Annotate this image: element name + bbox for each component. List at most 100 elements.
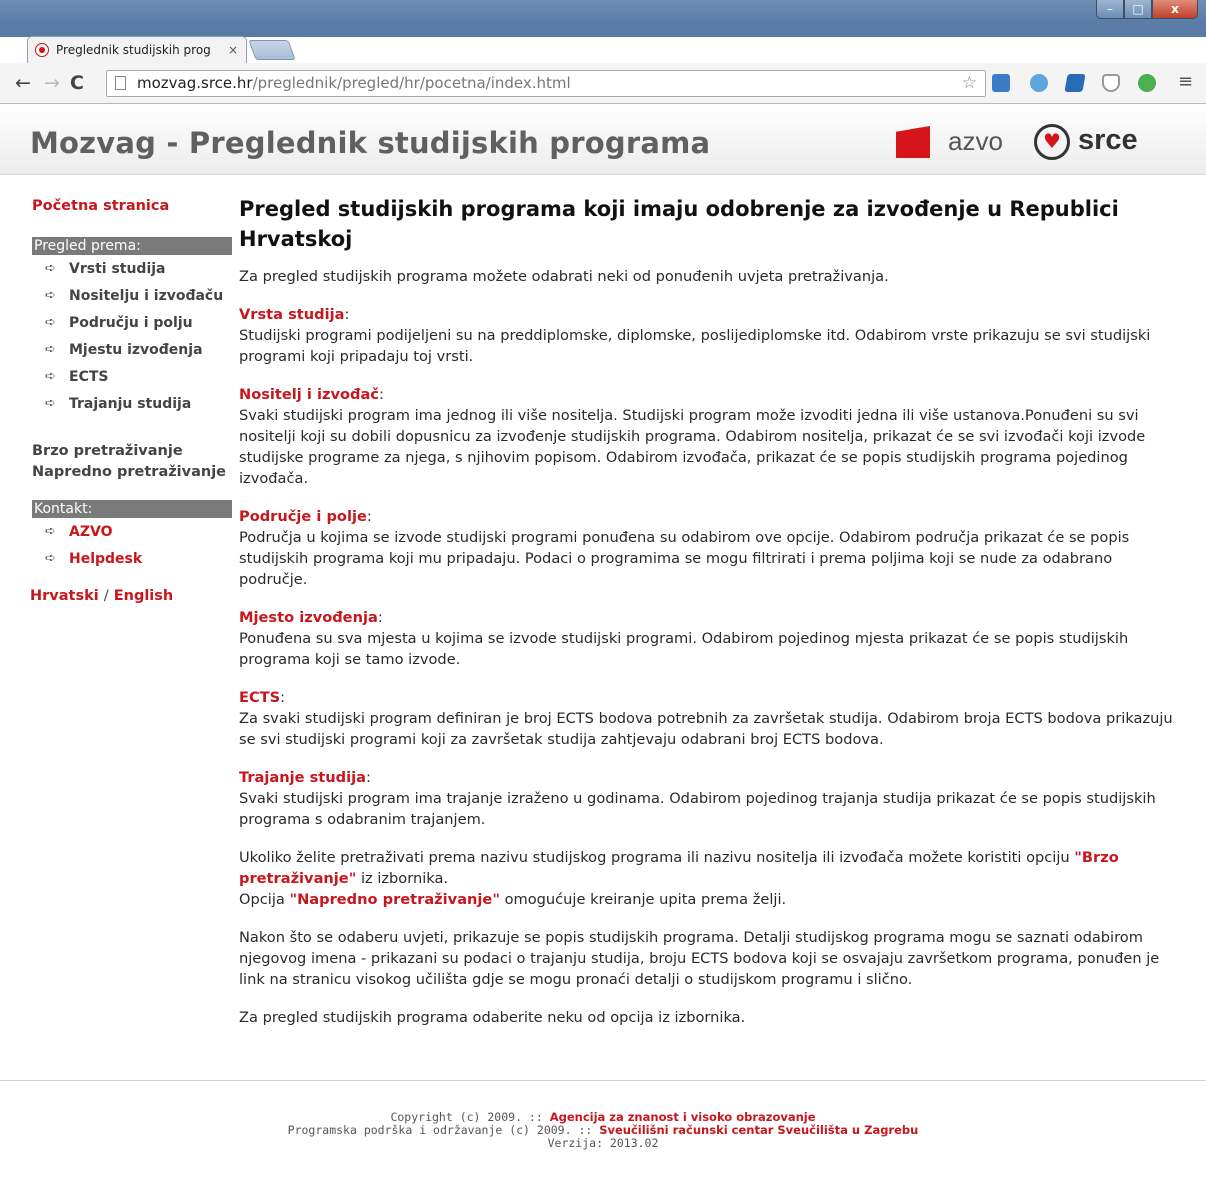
web-page: Mozvag - Preglednik studijskih programa … [0, 104, 1206, 1198]
section-nositelj: Nositelj i izvođač: Svaki studijski progr… [239, 384, 1179, 489]
sidebar-item-mjestu[interactable]: ➪ Mjestu izvođenja [32, 336, 232, 363]
favicon-icon [35, 43, 49, 57]
footer-version: Verzija: 2013.02 [547, 1136, 659, 1150]
footer-text: Programska podrška i održavanje (c) 2009… [287, 1123, 600, 1137]
sidebar-item-trajanju[interactable]: ➪ Trajanju studija [32, 390, 232, 417]
address-bar[interactable]: mozvag.srce.hr/preglednik/pregled/hr/poc… [106, 70, 986, 97]
sidebar: Početna stranica Pregled prema: ➪ Vrsti s… [30, 194, 232, 604]
search-note-text: omogućuje kreiranje upita prema želji. [499, 891, 787, 908]
page-heading: Pregled studijskih programa koji imaju o… [239, 197, 1119, 251]
colon: : [377, 609, 383, 626]
srce-heart-icon [1034, 124, 1070, 160]
section-text: Za svaki studijski program definiran je … [239, 710, 1173, 748]
section-text: Studijski programi podijeljeni su na pre… [239, 327, 1151, 365]
section-title: Nositelj i izvođač [239, 386, 379, 403]
new-tab-button[interactable] [248, 40, 296, 60]
footer-divider [0, 1080, 1206, 1081]
contact-header: Kontakt: [32, 500, 232, 518]
site-header: Mozvag - Preglednik studijskih programa … [0, 104, 1206, 175]
cube-icon[interactable] [1064, 74, 1086, 92]
sidebar-item-vrsti[interactable]: ➪ Vrsti studija [32, 255, 232, 282]
sidebar-item-label: Mjestu izvođenja [69, 341, 203, 358]
contact-item-label: Helpdesk [69, 550, 143, 567]
arrow-right-icon: ➪ [45, 396, 56, 411]
sidebar-item-label: Trajanju studija [69, 395, 192, 412]
browser-tab[interactable]: Preglednik studijskih prog × [27, 36, 247, 63]
contact-item-helpdesk[interactable]: ➪ Helpdesk [32, 545, 232, 572]
back-button[interactable]: ← [15, 71, 31, 95]
closing-text: Za pregled studijskih programa odaberite… [239, 1009, 746, 1026]
section-title: Mjesto izvođenja [239, 609, 378, 626]
browser-toolbar: ← → C mozvag.srce.hr/preglednik/pregled/… [0, 63, 1206, 104]
advanced-search-link[interactable]: Napredno pretraživanje [32, 462, 232, 483]
intro-text: Za pregled studijskih programa možete od… [239, 268, 889, 285]
srce-footer-link[interactable]: Sveučilišni računski centar Sveučilišta … [599, 1123, 918, 1137]
contact-item-azvo[interactable]: ➪ AZVO [32, 518, 232, 545]
quick-search-link[interactable]: Brzo pretraživanje [32, 441, 232, 462]
azvo-flag-icon [896, 126, 930, 158]
forward-button[interactable]: → [44, 71, 60, 95]
arrow-right-icon: ➪ [45, 342, 56, 357]
colon: : [344, 306, 350, 323]
page-icon [115, 76, 126, 90]
section-text: Ponuđena su sva mjesta u kojima se izvod… [239, 630, 1129, 668]
section-text: Područja u kojima se izvode studijski pr… [239, 529, 1130, 588]
arrow-right-icon: ➪ [45, 315, 56, 330]
search-note-text: iz izbornika. [356, 870, 449, 887]
azvo-footer-link[interactable]: Agencija za znanost i visoko obrazovanje [550, 1110, 816, 1124]
colon: : [366, 508, 372, 525]
bookmark-star-icon[interactable]: ☆ [962, 71, 977, 96]
close-window-button[interactable]: x [1152, 0, 1198, 19]
sidebar-item-ects[interactable]: ➪ ECTS [32, 363, 232, 390]
window-titlebar: – □ x [0, 0, 1206, 37]
section-title: Trajanje studija [239, 769, 366, 786]
colon: : [280, 689, 286, 706]
maximize-button[interactable]: □ [1124, 0, 1152, 19]
section-text: Svaki studijski program ima trajanje izr… [239, 790, 1156, 828]
tab-title: Preglednik studijskih prog [56, 43, 211, 57]
menu-icon[interactable]: ≡ [1178, 71, 1193, 92]
srce-logo-text: srce [1078, 124, 1138, 156]
section-vrsta: Vrsta studija: Studijski programi podijel… [239, 304, 1179, 367]
url-text: mozvag.srce.hr/preglednik/pregled/hr/poc… [137, 71, 571, 96]
viber-icon[interactable] [1030, 74, 1048, 92]
sidebar-item-nositelju[interactable]: ➪ Nositelju i izvođaču [32, 282, 232, 309]
url-path: /preglednik/pregled/hr/pocetna/index.htm… [252, 74, 571, 92]
sidebar-item-podrucju[interactable]: ➪ Području i polju [32, 309, 232, 336]
contact-item-label: AZVO [69, 523, 113, 540]
lang-en-link[interactable]: English [114, 588, 174, 604]
tab-close-icon[interactable]: × [228, 37, 238, 63]
minimize-button[interactable]: – [1096, 0, 1124, 19]
section-trajanje: Trajanje studija: Svaki studijski program… [239, 767, 1179, 830]
arrow-right-icon: ➪ [45, 551, 56, 566]
shield-icon[interactable] [1102, 74, 1120, 92]
arrow-right-icon: ➪ [45, 369, 56, 384]
reload-button[interactable]: C [70, 71, 84, 95]
section-podrucje: Područje i polje: Područja u kojima se iz… [239, 506, 1179, 590]
sidebar-home-link[interactable]: Početna stranica [32, 196, 232, 217]
sidebar-item-label: Vrsti studija [69, 260, 166, 277]
footer-text: Copyright (c) 2009. :: [390, 1110, 550, 1124]
section-mjesto: Mjesto izvođenja: Ponuđena su sva mjesta … [239, 607, 1179, 670]
search-note-text: Ukoliko želite pretraživati prema nazivu… [239, 849, 1070, 866]
section-text: Svaki studijski program ima jednog ili v… [239, 407, 1146, 487]
search-note-text: Opcija [239, 891, 290, 908]
colon: : [365, 769, 371, 786]
advanced-search-inline-link[interactable]: "Napredno pretraživanje" [289, 891, 499, 908]
window-controls: – □ x [1096, 0, 1198, 20]
details-note: Nakon što se odaberu uvjeti, prikazuje s… [239, 929, 1160, 988]
section-title: ECTS [239, 689, 281, 706]
lang-hr-link[interactable]: Hrvatski [30, 588, 99, 604]
section-title: Vrsta studija [239, 306, 345, 323]
arrow-right-icon: ➪ [45, 261, 56, 276]
sidebar-item-label: Nositelju i izvođaču [69, 287, 224, 304]
site-title: Mozvag - Preglednik studijskih programa [30, 126, 711, 160]
android-icon[interactable] [1138, 74, 1156, 92]
arrow-right-icon: ➪ [45, 524, 56, 539]
colon: : [378, 386, 384, 403]
azvo-logo-text: azvo [948, 126, 1003, 156]
url-host: mozvag.srce.hr [137, 74, 253, 92]
footer: Copyright (c) 2009. :: Agencija za znano… [0, 1111, 1206, 1150]
photo-icon[interactable] [992, 74, 1010, 92]
lang-separator: / [103, 588, 109, 604]
